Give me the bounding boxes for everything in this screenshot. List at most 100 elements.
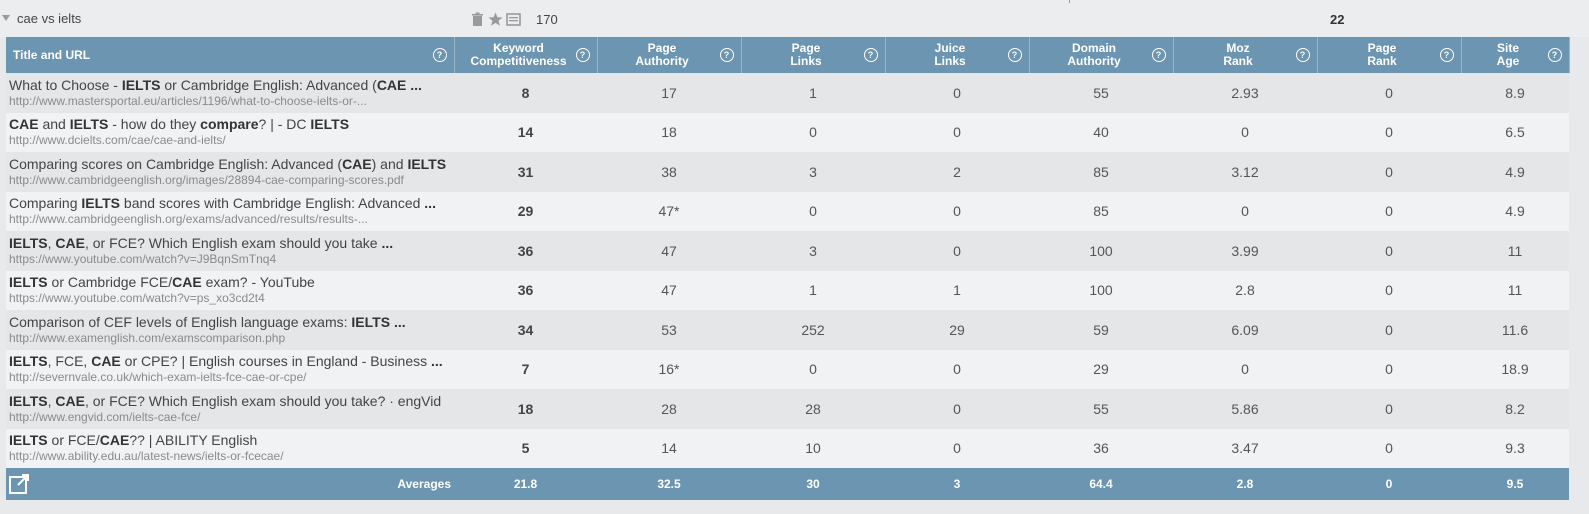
help-icon[interactable]: ?	[863, 48, 878, 62]
result-url[interactable]: http://severnvale.co.uk/which-exam-ielts…	[9, 369, 454, 385]
avg-pa: 32.5	[597, 468, 741, 500]
result-title[interactable]: Comparing scores on Cambridge English: A…	[9, 156, 454, 172]
avg-pr: 0	[1317, 468, 1461, 500]
table-row: Comparing scores on Cambridge English: A…	[6, 152, 1569, 192]
help-icon[interactable]: ?	[1547, 48, 1562, 62]
cell-da: 100	[1029, 270, 1173, 310]
result-url[interactable]: http://www.engvid.com/ielts-cae-fce/	[9, 409, 454, 425]
result-title[interactable]: Comparing IELTS band scores with Cambrid…	[9, 195, 454, 211]
result-title[interactable]: IELTS, CAE, or FCE? Which English exam s…	[9, 393, 454, 409]
table-row: IELTS or Cambridge FCE/CAE exam? - YouTu…	[6, 270, 1569, 310]
result-title[interactable]: CAE and IELTS - how do they compare? | -…	[9, 116, 454, 132]
cell-age: 4.9	[1461, 152, 1569, 192]
divider	[1069, 0, 1070, 3]
help-icon[interactable]: ?	[1151, 48, 1166, 62]
avg-jl: 3	[885, 468, 1029, 500]
cell-pr: 0	[1317, 73, 1461, 113]
col-header-label: Title and URL	[13, 47, 91, 62]
cell-pr: 0	[1317, 428, 1461, 468]
cell-pa: 28	[597, 389, 741, 429]
cell-mr: 3.47	[1173, 428, 1317, 468]
col-header-keyword-competitiveness[interactable]: Keyword Competitiveness?	[454, 37, 598, 73]
cell-kc: 8	[454, 73, 597, 113]
cell-kc: 14	[454, 112, 597, 152]
cell-pr: 0	[1317, 349, 1461, 389]
cell-da: 29	[1029, 349, 1173, 389]
result-url[interactable]: http://www.ability.edu.au/latest-news/ie…	[9, 448, 454, 464]
help-icon[interactable]: ?	[1439, 48, 1454, 62]
cell-jl: 0	[885, 73, 1029, 113]
help-icon[interactable]: ?	[1007, 48, 1022, 62]
cell-pl: 28	[741, 389, 885, 429]
result-title[interactable]: What to Choose - IELTS or Cambridge Engl…	[9, 77, 454, 93]
result-url[interactable]: http://www.cambridgeenglish.org/exams/ad…	[9, 211, 454, 227]
col-header-moz-rank[interactable]: Moz Rank?	[1173, 37, 1318, 73]
col-header-page-authority[interactable]: Page Authority?	[597, 37, 742, 73]
search-volume: 170	[536, 12, 558, 27]
cell-mr: 0	[1173, 349, 1317, 389]
cell-mr: 6.09	[1173, 310, 1317, 350]
notes-icon[interactable]	[506, 12, 521, 27]
avg-age: 9.5	[1461, 468, 1569, 500]
cell-mr: 2.8	[1173, 270, 1317, 310]
cell-jl: 29	[885, 310, 1029, 350]
star-icon[interactable]	[488, 12, 503, 27]
cell-pa: 47	[597, 231, 741, 271]
cell-pr: 0	[1317, 152, 1461, 192]
help-icon[interactable]: ?	[1295, 48, 1310, 62]
cell-kc: 36	[454, 231, 597, 271]
help-icon[interactable]: ?	[719, 48, 734, 62]
result-title[interactable]: IELTS or Cambridge FCE/CAE exam? - YouTu…	[9, 274, 454, 290]
table-row: IELTS, CAE, or FCE? Which English exam s…	[6, 389, 1569, 429]
cell-pr: 0	[1317, 389, 1461, 429]
result-url[interactable]: http://www.cambridgeenglish.org/images/2…	[9, 172, 454, 188]
averages-label: Averages	[397, 477, 451, 491]
collapse-caret-icon[interactable]	[2, 15, 10, 21]
cell-pa: 53	[597, 310, 741, 350]
cell-jl: 1	[885, 270, 1029, 310]
result-url[interactable]: http://www.mastersportal.eu/articles/119…	[9, 93, 454, 109]
col-header-title-url[interactable]: Title and URL?	[6, 37, 455, 73]
result-title[interactable]: IELTS, FCE, CAE or CPE? | English course…	[9, 353, 454, 369]
avg-da: 64.4	[1029, 468, 1173, 500]
cell-age: 11	[1461, 231, 1569, 271]
cell-pl: 1	[741, 270, 885, 310]
cell-mr: 3.99	[1173, 231, 1317, 271]
trash-icon[interactable]	[470, 12, 485, 27]
cell-pr: 0	[1317, 112, 1461, 152]
cell-da: 59	[1029, 310, 1173, 350]
keyword-label: cae vs ielts	[17, 11, 82, 26]
cell-age: 4.9	[1461, 191, 1569, 231]
result-title[interactable]: Comparison of CEF levels of English lang…	[9, 314, 454, 330]
cell-da: 40	[1029, 112, 1173, 152]
cell-pa: 16*	[597, 349, 741, 389]
col-header-site-age[interactable]: Site Age?	[1461, 37, 1570, 73]
cell-da: 100	[1029, 231, 1173, 271]
averages-row: Averages 21.8 32.5 30 3 64.4 2.8 0 9.5	[6, 468, 1569, 500]
result-url[interactable]: http://www.examenglish.com/examscomparis…	[9, 330, 454, 346]
cell-pl: 0	[741, 349, 885, 389]
table-row: What to Choose - IELTS or Cambridge Engl…	[6, 73, 1569, 113]
col-header-domain-authority[interactable]: Domain Authority?	[1029, 37, 1174, 73]
result-url[interactable]: https://www.youtube.com/watch?v=J9BqnSmT…	[9, 251, 454, 267]
col-header-page-rank[interactable]: Page Rank?	[1317, 37, 1462, 73]
cell-pa: 47	[597, 270, 741, 310]
cell-pl: 1	[741, 73, 885, 113]
result-title[interactable]: IELTS or FCE/CAE?? | ABILITY English	[9, 432, 454, 448]
cell-pr: 0	[1317, 310, 1461, 350]
result-title[interactable]: IELTS, CAE, or FCE? Which English exam s…	[9, 235, 454, 251]
cell-da: 85	[1029, 152, 1173, 192]
export-icon[interactable]	[9, 474, 31, 497]
table-row: Comparing IELTS band scores with Cambrid…	[6, 191, 1569, 231]
col-header-juice-links[interactable]: Juice Links?	[885, 37, 1030, 73]
help-icon[interactable]: ?	[575, 48, 590, 62]
cell-jl: 0	[885, 389, 1029, 429]
result-url[interactable]: https://www.youtube.com/watch?v=ps_xo3cd…	[9, 290, 454, 306]
col-header-page-links[interactable]: Page Links?	[741, 37, 886, 73]
help-icon[interactable]: ?	[432, 48, 447, 62]
cell-kc: 34	[454, 310, 597, 350]
result-url[interactable]: http://www.dcielts.com/cae/cae-and-ielts…	[9, 132, 454, 148]
keyword-actions	[470, 12, 521, 27]
cell-pa: 17	[597, 73, 741, 113]
table-row: CAE and IELTS - how do they compare? | -…	[6, 112, 1569, 152]
